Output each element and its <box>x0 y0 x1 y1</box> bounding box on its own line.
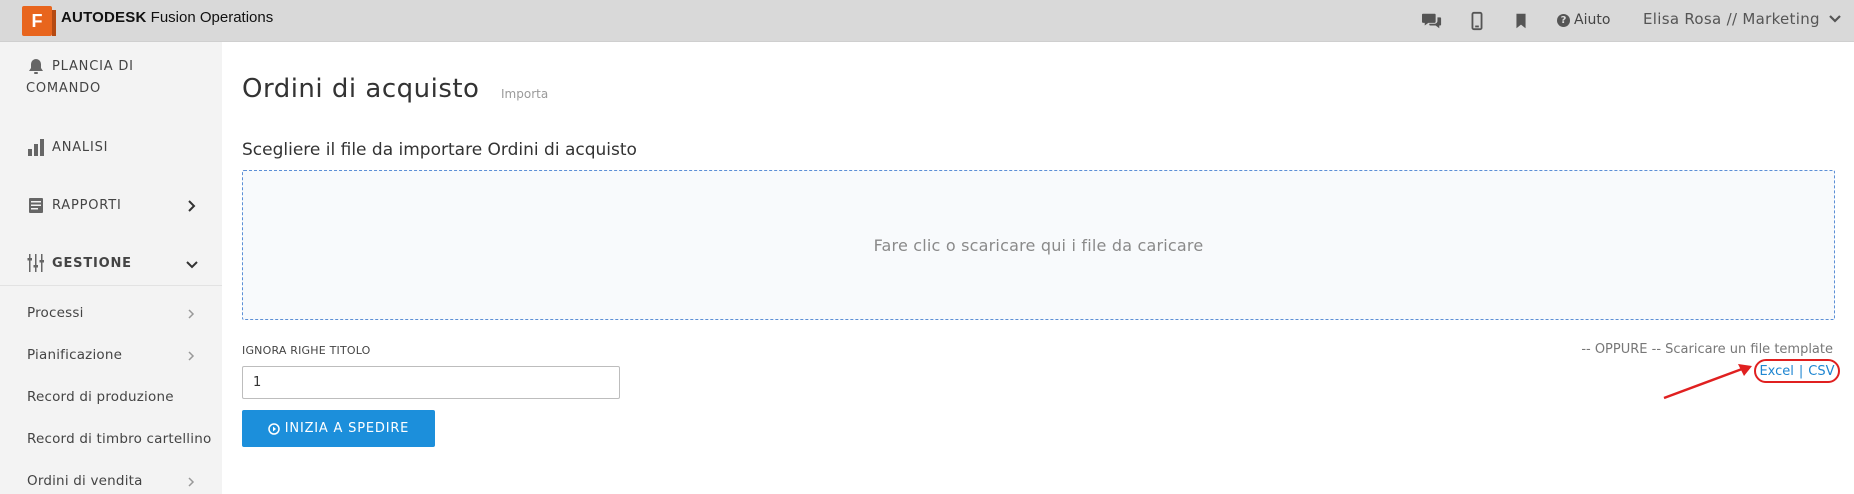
sidebar-subitem-pianificazione[interactable]: Pianificazione <box>27 347 122 363</box>
sidebar-item-rapporti[interactable]: RAPPORTI <box>26 195 122 217</box>
sidebar-subitem-ordini-vendita[interactable]: Ordini di vendita <box>27 473 143 489</box>
chevron-down-icon <box>1829 15 1841 23</box>
csv-template-link[interactable]: CSV <box>1808 364 1834 379</box>
sidebar-subitem-record-timbro[interactable]: Record di timbro cartellino <box>27 431 211 447</box>
page-subtitle: Importa <box>501 87 549 101</box>
user-label: Elisa Rosa // Marketing <box>1643 10 1820 28</box>
user-menu[interactable]: Elisa Rosa // Marketing <box>1643 10 1842 28</box>
template-links: Excel | CSV <box>1754 359 1840 383</box>
sidebar-item-dashboard[interactable]: PLANCIA DI COMANDO <box>26 56 134 100</box>
sidebar-divider <box>0 285 222 286</box>
sidebar-item-label: GESTIONE <box>52 256 132 271</box>
ignore-rows-input[interactable] <box>242 366 620 399</box>
chevron-down-icon <box>186 261 198 269</box>
ignore-rows-label: IGNORA RIGHE TITOLO <box>242 344 371 357</box>
chevron-right-icon <box>188 309 195 319</box>
sidebar-item-label: PLANCIA DI <box>52 59 134 74</box>
start-import-button[interactable]: INIZIA A SPEDIRE <box>242 410 435 447</box>
play-circle-icon <box>268 422 280 435</box>
brand-name: AUTODESK Fusion Operations <box>61 9 273 26</box>
sidebar-subitem-processi[interactable]: Processi <box>27 305 84 321</box>
brand-bold: AUTODESK <box>61 9 147 26</box>
help-label: Aiuto <box>1574 12 1611 28</box>
bell-icon <box>29 59 43 74</box>
sidebar-item-label-line2: COMANDO <box>26 81 101 96</box>
mobile-icon[interactable] <box>1466 11 1488 31</box>
chevron-right-icon <box>188 200 196 212</box>
link-separator: | <box>1798 363 1804 379</box>
sidebar-item-analisi[interactable]: ANALISI <box>26 137 108 159</box>
sidebar-item-gestione[interactable]: GESTIONE <box>26 253 132 275</box>
start-import-label: INIZIA A SPEDIRE <box>284 421 410 436</box>
top-bar: F AUTODESK Fusion Operations ? Aiuto Eli… <box>0 0 1854 42</box>
page-title: Ordini di acquisto <box>242 74 480 104</box>
help-icon: ? <box>1557 13 1570 27</box>
excel-template-link[interactable]: Excel <box>1759 364 1793 379</box>
chat-icon[interactable] <box>1421 11 1443 31</box>
app-logo[interactable]: F <box>22 6 56 36</box>
section-title: Scegliere il file da importare Ordini di… <box>242 140 637 160</box>
brand-product: Fusion Operations <box>146 9 274 26</box>
annotation-arrow <box>1663 364 1752 400</box>
dropzone-text: Fare clic o scaricare qui i file da cari… <box>873 235 1204 255</box>
sidebar-item-label: RAPPORTI <box>52 198 122 213</box>
sliders-icon <box>27 254 44 272</box>
chevron-right-icon <box>188 351 195 361</box>
sidebar: PLANCIA DI COMANDO ANALISI RAPPORTI GEST… <box>0 42 222 494</box>
chevron-right-icon <box>188 477 195 487</box>
bookmark-icon[interactable] <box>1510 11 1532 31</box>
help-link[interactable]: ? Aiuto <box>1557 12 1610 28</box>
report-icon <box>29 198 43 213</box>
sidebar-item-label: ANALISI <box>52 140 109 155</box>
template-prompt: -- OPPURE -- Scaricare un file template <box>1581 342 1833 357</box>
bar-chart-icon <box>28 139 44 156</box>
file-dropzone[interactable]: Fare clic o scaricare qui i file da cari… <box>242 170 1835 320</box>
sidebar-subitem-record-produzione[interactable]: Record di produzione <box>27 389 174 405</box>
